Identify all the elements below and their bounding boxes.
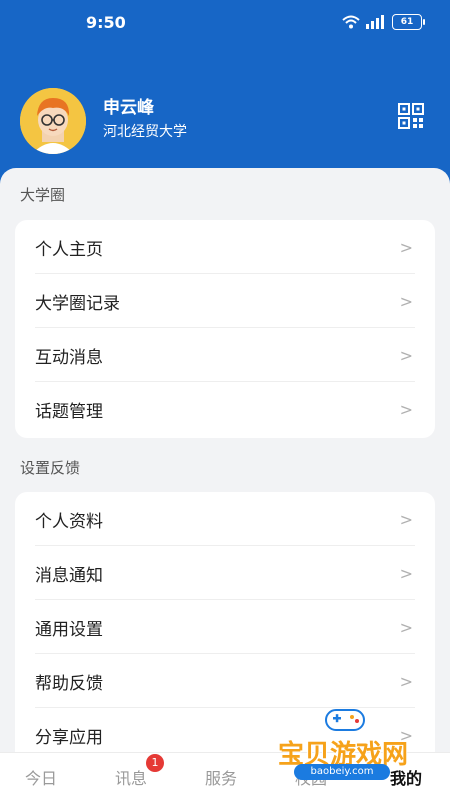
avatar[interactable]	[20, 88, 86, 154]
menu-item-circle-records[interactable]: 大学圈记录 >	[15, 274, 435, 328]
menu-item-topic-management[interactable]: 话题管理 >	[15, 382, 435, 436]
chevron-right-icon: >	[399, 618, 413, 637]
chevron-right-icon: >	[399, 292, 413, 311]
menu-item-label: 帮助反馈	[35, 674, 103, 694]
menu-item-label: 消息通知	[35, 566, 103, 586]
menu-item-label: 互动消息	[35, 348, 103, 368]
tab-services[interactable]: 服务	[205, 765, 237, 789]
messages-badge: 1	[146, 754, 164, 772]
signal-icon	[366, 15, 384, 29]
menu-item-notifications[interactable]: 消息通知 >	[15, 546, 435, 600]
user-name: 申云峰	[103, 98, 154, 118]
chevron-right-icon: >	[399, 510, 413, 529]
menu-item-label: 个人资料	[35, 512, 103, 532]
menu-item-label: 个人主页	[35, 240, 103, 260]
avatar-illustration	[20, 88, 86, 154]
gamepad-icon	[325, 709, 365, 731]
menu-item-personal-info[interactable]: 个人资料 >	[15, 492, 435, 546]
battery-level: 61	[400, 17, 414, 27]
menu-item-interaction-messages[interactable]: 互动消息 >	[15, 328, 435, 382]
tab-messages[interactable]: 讯息	[115, 765, 147, 789]
menu-item-general-settings[interactable]: 通用设置 >	[15, 600, 435, 654]
status-icons: 61	[342, 14, 425, 30]
menu-item-label: 通用设置	[35, 620, 103, 640]
battery-icon: 61	[392, 14, 425, 30]
status-bar: 9:50 61	[0, 0, 450, 44]
user-school: 河北经贸大学	[103, 124, 187, 140]
menu-item-personal-homepage[interactable]: 个人主页 >	[15, 220, 435, 274]
qr-code-icon[interactable]	[398, 103, 424, 129]
watermark: 宝贝游戏网 baobeiy.com	[270, 702, 440, 782]
tab-today[interactable]: 今日	[25, 765, 57, 789]
section-title-settings-feedback: 设置反馈	[20, 459, 81, 477]
content-sheet: 大学圈 个人主页 > 大学圈记录 > 互动消息 > 话题管理 > 设置反馈 个人…	[0, 168, 450, 772]
profile-header[interactable]: 申云峰 河北经贸大学	[20, 88, 440, 154]
watermark-url: baobeiy.com	[294, 764, 390, 780]
wifi-icon	[342, 15, 360, 29]
chevron-right-icon: >	[399, 238, 413, 257]
menu-item-help-feedback[interactable]: 帮助反馈 >	[15, 654, 435, 708]
menu-item-label: 大学圈记录	[35, 294, 120, 314]
menu-item-label: 话题管理	[35, 402, 103, 422]
chevron-right-icon: >	[399, 400, 413, 419]
chevron-right-icon: >	[399, 672, 413, 691]
chevron-right-icon: >	[399, 564, 413, 583]
header-background: 9:50 61 申云峰 河北经贸大学	[0, 0, 450, 185]
menu-item-label: 分享应用	[35, 728, 103, 748]
university-circle-card: 个人主页 > 大学圈记录 > 互动消息 > 话题管理 >	[15, 220, 435, 438]
section-title-university-circle: 大学圈	[20, 186, 66, 204]
status-time: 9:50	[86, 13, 126, 32]
chevron-right-icon: >	[399, 346, 413, 365]
